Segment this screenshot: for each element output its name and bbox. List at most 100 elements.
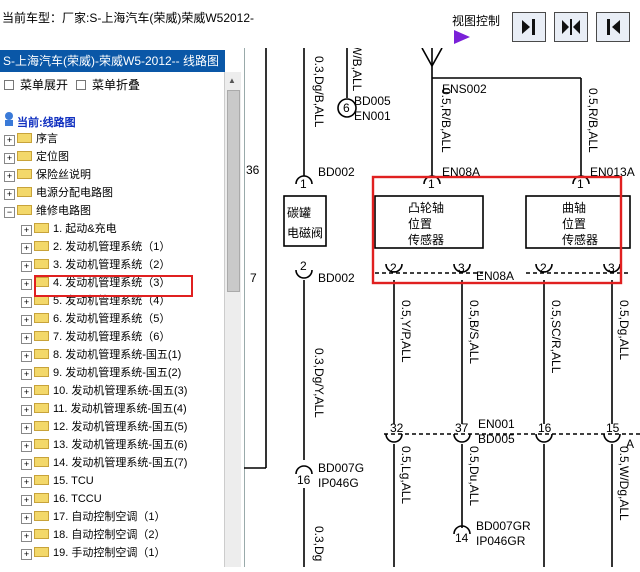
tree-item[interactable]: +16. TCCU: [21, 490, 102, 508]
expand-plus-icon[interactable]: +: [21, 495, 32, 506]
expand-plus-icon[interactable]: +: [21, 441, 32, 452]
folder-icon: [34, 547, 49, 557]
vehicle-model-label: 当前车型：厂家:S-上海汽车(荣威)荣威W52012-: [2, 11, 255, 25]
folder-icon: [17, 133, 32, 143]
current-location-label: 当前:线路图: [17, 117, 76, 129]
collapse-minus-icon[interactable]: −: [4, 207, 15, 218]
expand-plus-icon[interactable]: +: [21, 531, 32, 542]
tree-item[interactable]: +2. 发动机管理系统（1）: [21, 238, 170, 256]
folder-open-icon: [17, 205, 32, 215]
tree-item[interactable]: +18. 自动控制空调（2）: [21, 526, 165, 544]
folder-icon: [34, 259, 49, 269]
expand-plus-icon[interactable]: +: [21, 387, 32, 398]
expand-plus-icon[interactable]: +: [21, 459, 32, 470]
expand-plus-icon[interactable]: +: [21, 549, 32, 560]
wiring-diagram[interactable]: 0.3,Dg/B,ALL W/B,ALL 0.5,R/B,ALL 0.5,R/B…: [244, 44, 640, 567]
tree-item[interactable]: +19. 手动控制空调（1）: [21, 544, 165, 562]
connector-label: EN08A: [476, 269, 514, 283]
pin-number: 2: [390, 261, 397, 275]
sidebar-scrollbar[interactable]: ▲: [224, 72, 241, 567]
connector-label: BD002: [318, 165, 355, 179]
tree-item[interactable]: +6. 发动机管理系统（5）: [21, 310, 170, 328]
scroll-up-icon[interactable]: ▲: [228, 76, 236, 85]
expand-plus-icon[interactable]: +: [4, 153, 15, 164]
pin-number: 14: [455, 531, 469, 545]
expand-plus-icon[interactable]: +: [21, 405, 32, 416]
tree-item[interactable]: +9. 发动机管理系统-国五(2): [21, 364, 181, 382]
tree-item-fuse[interactable]: + 保险丝说明: [4, 166, 91, 184]
tree-item-location[interactable]: + 定位图: [4, 148, 69, 166]
expand-menu-button[interactable]: 菜单展开: [4, 76, 68, 93]
tree-item[interactable]: +17. 自动控制空调（1）: [21, 508, 165, 526]
tree-item-repair[interactable]: − 维修电路图: [4, 202, 91, 220]
view-split-button[interactable]: [554, 12, 588, 42]
folder-icon: [34, 385, 49, 395]
expand-plus-icon[interactable]: +: [21, 351, 32, 362]
expand-plus-icon[interactable]: +: [21, 369, 32, 380]
view-control-label: 视图控制: [452, 14, 501, 28]
expand-plus-icon[interactable]: +: [21, 423, 32, 434]
connector-label: BD007G: [318, 461, 364, 475]
expand-plus-icon[interactable]: +: [21, 261, 32, 272]
split-arrows-icon: [562, 19, 580, 35]
wire-label: 0.5,SC/R,ALL: [549, 300, 563, 374]
expand-plus-icon[interactable]: +: [4, 189, 15, 200]
folder-icon: [34, 475, 49, 485]
expand-plus-icon[interactable]: +: [21, 333, 32, 344]
tree-item[interactable]: +14. 发动机管理系统-国五(7): [21, 454, 187, 472]
expand-plus-icon[interactable]: +: [21, 315, 32, 326]
tree-item[interactable]: +11. 发动机管理系统-国五(4): [21, 400, 187, 418]
pin-number: 16: [538, 421, 552, 435]
tree-item-preface[interactable]: + 序言: [4, 130, 58, 148]
edge-label: 36: [246, 163, 260, 177]
folder-icon: [34, 313, 49, 323]
pin-number: 3: [608, 261, 615, 275]
pin-number: 6: [343, 101, 350, 115]
tree-item[interactable]: +15. TCU: [21, 472, 94, 490]
pin-number: 32: [390, 421, 404, 435]
top-toolbar: 当前车型：厂家:S-上海汽车(荣威)荣威W52012- 视图控制: [0, 0, 640, 48]
tree-item[interactable]: +12. 发动机管理系统-国五(5): [21, 418, 187, 436]
tree-item[interactable]: +3. 发动机管理系统（2）: [21, 256, 170, 274]
expand-plus-icon[interactable]: +: [21, 279, 32, 290]
wire-label: 0.5,B/S,ALL: [467, 300, 481, 364]
folder-icon: [34, 223, 49, 233]
connector-label: IP046G: [318, 476, 359, 490]
tree-item[interactable]: +13. 发动机管理系统-国五(6): [21, 436, 187, 454]
expand-plus-icon[interactable]: +: [4, 135, 15, 146]
scroll-thumb[interactable]: [227, 90, 240, 292]
view-left-button[interactable]: [596, 12, 630, 42]
tree-item[interactable]: +1. 起动&充电: [21, 220, 117, 238]
sidebar-title: S-上海汽车(荣威)-荣威W5-2012-- 线路图: [0, 50, 225, 72]
component-label: 碳罐: [287, 206, 311, 220]
expand-plus-icon[interactable]: +: [21, 297, 32, 308]
connector-label: BD002: [318, 271, 355, 285]
folder-icon: [17, 169, 32, 179]
folder-icon: [34, 439, 49, 449]
folder-icon: [34, 457, 49, 467]
tree-item[interactable]: +7. 发动机管理系统（6）: [21, 328, 170, 346]
wire-label: 0.3,Dg: [312, 526, 326, 561]
collapse-menu-button[interactable]: 菜单折叠: [76, 76, 140, 93]
component-label: 位置: [562, 216, 586, 231]
collapse-icon: [76, 80, 86, 90]
expand-plus-icon[interactable]: +: [21, 243, 32, 254]
pin-number: 2: [540, 261, 547, 275]
expand-plus-icon[interactable]: +: [21, 477, 32, 488]
edge-label: 7: [250, 271, 257, 285]
view-right-button[interactable]: [512, 12, 546, 42]
tree-item-power[interactable]: + 电源分配电路图: [4, 184, 113, 202]
tree-item[interactable]: +8. 发动机管理系统-国五(1): [21, 346, 181, 364]
pin-number: 1: [577, 177, 584, 191]
folder-icon: [17, 151, 32, 161]
tree-item[interactable]: +10. 发动机管理系统-国五(3): [21, 382, 187, 400]
folder-icon: [34, 367, 49, 377]
expand-plus-icon[interactable]: +: [21, 513, 32, 524]
wire-label: 0.5,Lg,ALL: [399, 446, 413, 504]
pin-number: 2: [300, 259, 307, 273]
component-label: 凸轮轴: [408, 200, 444, 215]
pin-number: 37: [455, 421, 469, 435]
expand-plus-icon[interactable]: +: [4, 171, 15, 182]
folder-icon: [34, 493, 49, 503]
expand-plus-icon[interactable]: +: [21, 225, 32, 236]
